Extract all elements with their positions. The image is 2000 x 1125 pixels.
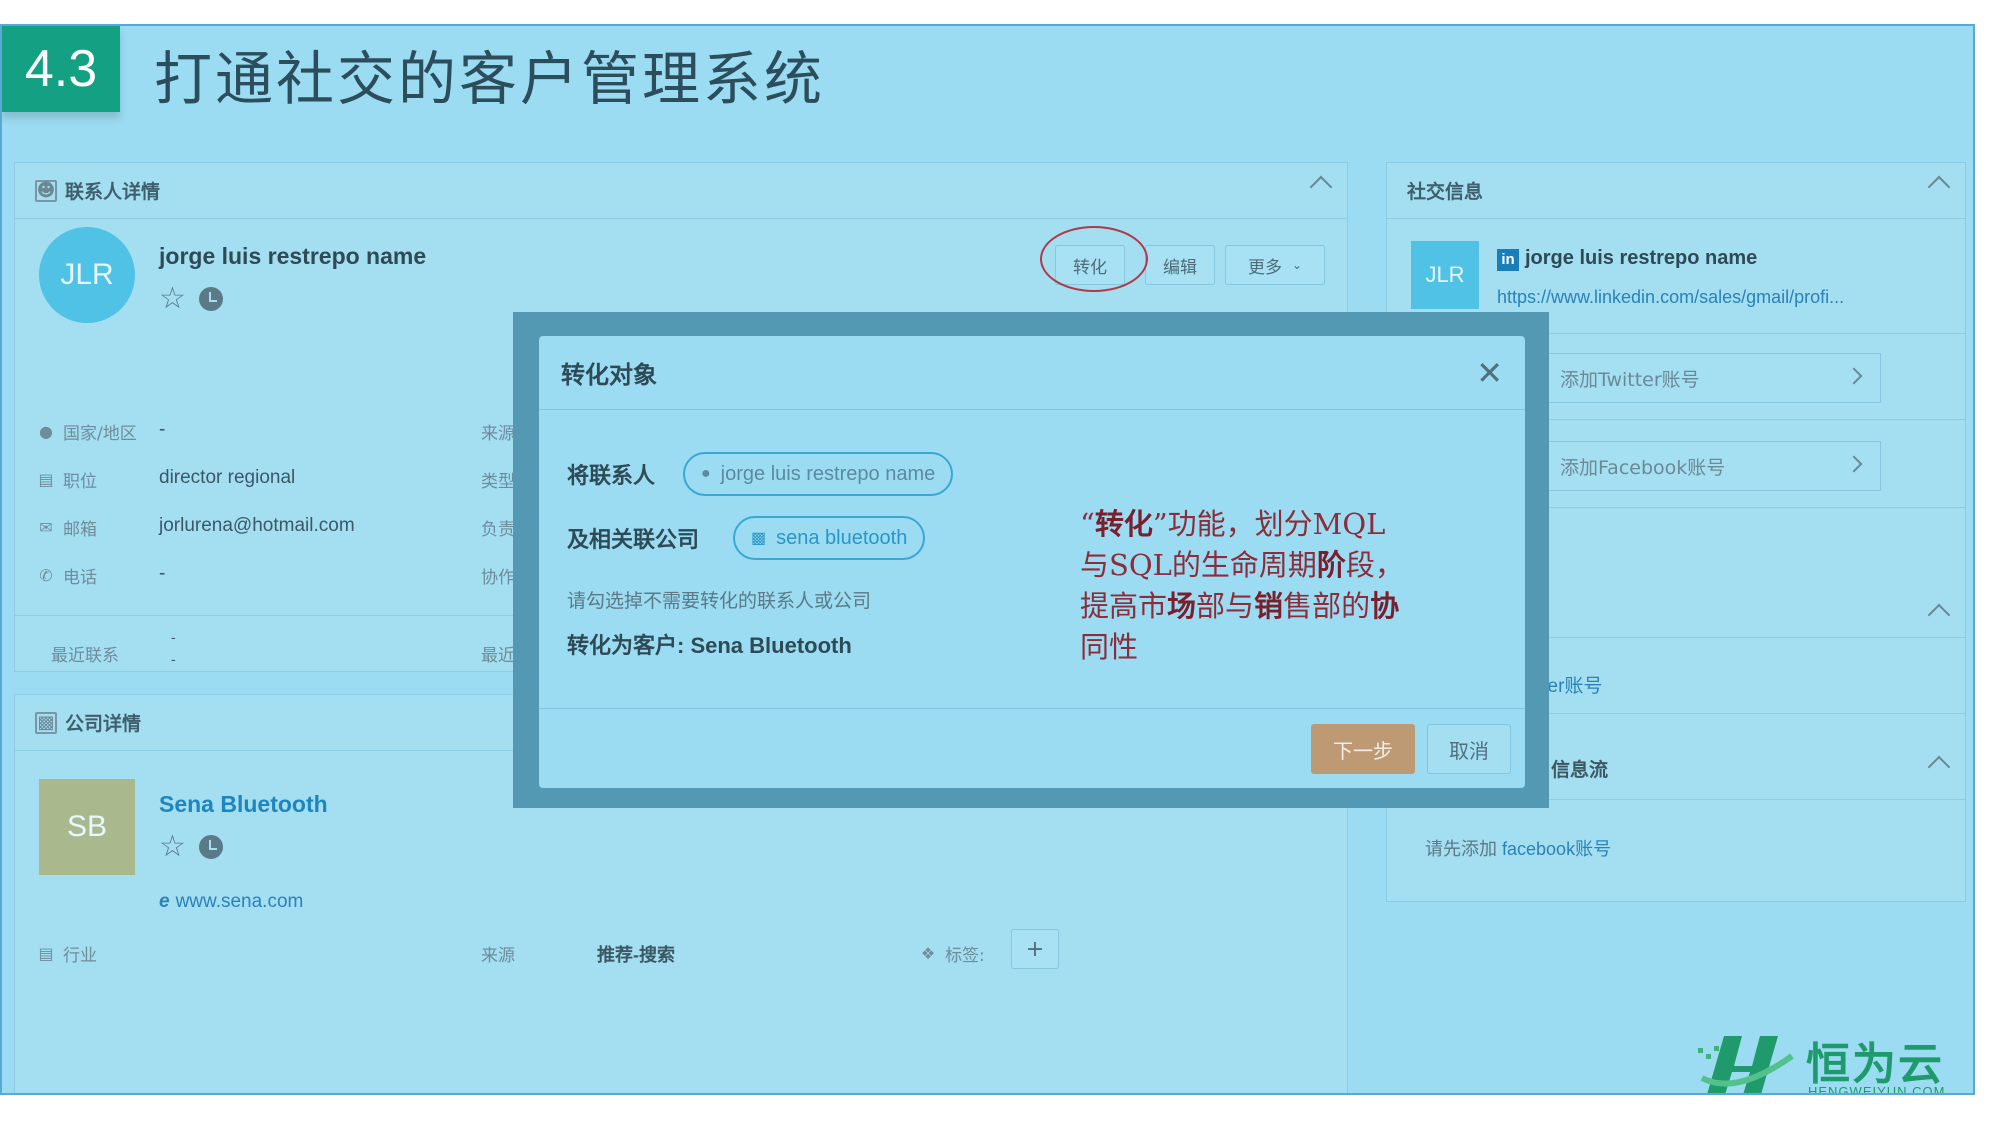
add-facebook-prompt: 请先添加 facebook账号 xyxy=(1425,839,1612,859)
slide-title: 打通社交的客户管理系统 xyxy=(154,45,826,113)
phone-icon: ✆ xyxy=(39,566,53,585)
convert-to-customer: 转化为客户: Sena Bluetooth xyxy=(567,633,852,658)
chevron-right-icon xyxy=(1845,455,1863,473)
chevron-down-icon: ⌄ xyxy=(1291,258,1303,272)
envelope-icon: ✉ xyxy=(39,518,53,537)
social-panel-title: 社交信息 xyxy=(1407,181,1484,203)
company-favorite-star-icon[interactable]: ☆ xyxy=(159,829,186,864)
linkedin-url[interactable]: https://www.linkedin.com/sales/gmail/pro… xyxy=(1497,287,1844,308)
tags-label: ❖ 标签: xyxy=(920,944,985,966)
building-chip-icon: ▩ xyxy=(751,530,767,547)
field-collab-label: 协作 xyxy=(481,568,515,588)
more-button-label: 更多 xyxy=(1247,257,1282,278)
contact-name: jorge luis restrepo name xyxy=(159,243,427,269)
recent-contact-value-2: - xyxy=(171,651,176,667)
browser-e-icon: e xyxy=(159,891,170,912)
convert-hint: 请勾选掉不需要转化的联系人或公司 xyxy=(567,590,872,612)
feed-chevron-icon[interactable] xyxy=(1927,755,1951,779)
annotation-line-3: 提高市场部与销售部的协 xyxy=(1080,589,1400,623)
field-email-label: ✉ 邮箱 xyxy=(37,515,97,540)
industry-label: ▤ 行业 xyxy=(38,944,97,966)
field-phone-label: ✆ 电话 xyxy=(37,563,97,588)
cancel-button[interactable]: 取消 xyxy=(1427,724,1511,774)
section-number: 4.3 xyxy=(2,26,120,112)
contact-panel-header: ☻ 联系人详情 xyxy=(15,163,1347,219)
company-panel-title: 公司详情 xyxy=(65,713,142,735)
company-label: 及相关联公司 xyxy=(567,528,700,553)
contact-card-icon: ☻ xyxy=(35,179,57,202)
field-owner-label: 负责 xyxy=(481,520,515,540)
field-email-value: jorlurena@hotmail.com xyxy=(159,515,355,536)
slide: 4.3 打通社交的客户管理系统 ☻ 联系人详情 JLR jorge luis r… xyxy=(0,24,1975,1095)
recent-right-label: 最近 xyxy=(481,646,515,666)
annotation: “转化”功能，划分MQL 与SQL的生命周期阶段， 提高市场部与销售部的协 同性 xyxy=(1080,504,1460,668)
building-icon: ▩ xyxy=(35,711,57,734)
contact-panel-title: 联系人详情 xyxy=(65,181,161,203)
social-linkedin-name: in jorge luis restrepo name xyxy=(1497,247,1757,271)
field-type-label: 类型 xyxy=(481,472,515,492)
chevron-right-icon xyxy=(1845,367,1863,385)
edit-button[interactable]: 编辑 xyxy=(1145,245,1215,285)
tag-icon: ❖ xyxy=(920,944,936,963)
facebook-account-link[interactable]: facebook账号 xyxy=(1502,839,1611,859)
add-tag-button[interactable]: + xyxy=(1011,929,1059,969)
close-icon[interactable]: ✕ xyxy=(1476,354,1503,392)
field-source-label: 来源 xyxy=(481,424,515,444)
next-step-button[interactable]: 下一步 xyxy=(1311,724,1415,774)
annotation-line-4: 同性 xyxy=(1080,630,1139,664)
recent-contact-label: 最近联系 xyxy=(51,646,119,666)
social-avatar: JLR xyxy=(1411,241,1479,309)
hengweiyun-logo: 恒为云 HENGWEIYUN.COM xyxy=(1696,1026,1956,1095)
modal-title: 转化对象 xyxy=(561,361,657,389)
company-chip[interactable]: ▩ sena bluetooth xyxy=(733,516,926,560)
company-website[interactable]: e www.sena.com xyxy=(159,891,303,913)
add-facebook-button[interactable]: 添加Facebook账号 xyxy=(1537,441,1881,491)
company-avatar: SB xyxy=(39,779,135,875)
field-country-label: ● 国家/地区 xyxy=(37,419,137,444)
add-twitter-button[interactable]: 添加Twitter账号 xyxy=(1537,353,1881,403)
annotation-line-1: “转化”功能，划分MQL xyxy=(1080,507,1386,541)
contact-chip[interactable]: ● jorge luis restrepo name xyxy=(683,452,954,496)
company-name[interactable]: Sena Bluetooth xyxy=(159,791,328,818)
field-title-value: director regional xyxy=(159,467,296,488)
contact-label: 将联系人 xyxy=(567,464,656,489)
field-title-label: ▤ 职位 xyxy=(38,470,97,492)
logo-subtext: HENGWEIYUN.COM xyxy=(1808,1084,1946,1095)
person-icon: ● xyxy=(701,465,711,482)
social-panel-header: 社交信息 xyxy=(1387,163,1965,219)
modal-header: 转化对象 xyxy=(539,336,1525,410)
highlight-circle xyxy=(1040,226,1148,292)
feed-header-partial: 信息流 xyxy=(1551,760,1609,781)
more-button[interactable]: 更多 ⌄ xyxy=(1225,245,1325,285)
favorite-star-icon[interactable]: ☆ xyxy=(159,281,186,316)
linkedin-icon: in xyxy=(1497,249,1519,271)
recent-contact-value: - xyxy=(171,629,176,645)
logo-text: 恒为云 xyxy=(1806,1039,1944,1090)
annotation-line-2: 与SQL的生命周期阶段， xyxy=(1080,548,1404,582)
company-source-value: 推荐-搜索 xyxy=(597,945,675,965)
location-pin-icon: ● xyxy=(39,422,53,441)
company-source-label: 来源 xyxy=(481,946,515,966)
industry-icon: ▤ xyxy=(38,944,54,963)
briefcase-icon: ▤ xyxy=(38,470,54,489)
contact-avatar: JLR xyxy=(39,227,135,323)
field-phone-value: - xyxy=(159,563,166,584)
twitter-section-chevron-icon[interactable] xyxy=(1927,603,1951,627)
field-country-value: - xyxy=(159,419,166,440)
company-reminder-clock-icon[interactable] xyxy=(199,835,223,859)
reminder-clock-icon[interactable] xyxy=(199,287,223,311)
logo-mark-icon xyxy=(1698,1036,1794,1093)
